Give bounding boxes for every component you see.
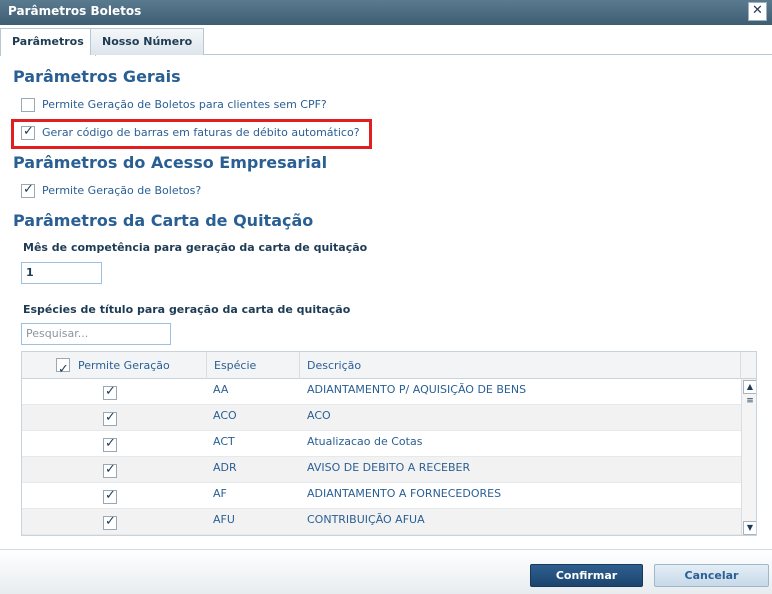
mes-competencia-input[interactable]: 1 [21,262,102,284]
row-checkbox[interactable] [103,514,117,530]
section-title-gerais: Parâmetros Gerais [13,67,181,86]
especie-cell: ADR [213,461,237,474]
tab-nosso-numero[interactable]: Nosso Número [90,28,205,55]
cancel-button[interactable]: Cancelar [654,564,769,587]
descricao-cell: ACO [307,409,331,422]
checkbox-boletos-sem-cpf[interactable] [21,98,35,112]
descricao-cell: CONTRIBUIÇÃO AFUA [307,513,425,526]
especie-cell: AF [213,487,227,500]
table-row[interactable]: AF ADIANTAMENTO A FORNECEDORES [22,483,741,509]
especies-label: Espécies de título para geração da carta… [23,303,351,316]
section-title-carta: Parâmetros da Carta de Quitação [13,211,314,230]
descricao-cell: ADIANTAMENTO A FORNECEDORES [307,487,502,500]
checkbox-permite-geracao-boletos[interactable] [21,182,35,198]
dialog-footer: Confirmar Cancelar [0,549,772,594]
column-descricao[interactable]: Descrição [300,352,741,379]
select-all-checkbox[interactable] [56,356,70,383]
table-row[interactable]: ACO ACO [22,405,741,431]
row-checkbox[interactable] [103,462,117,478]
title-bar: Parâmetros Boletos ✕ [0,0,772,25]
option-label: Gerar código de barras em faturas de déb… [42,126,360,139]
grid-scrollbar[interactable]: ▲ ≡ ▼ [741,379,756,535]
tab-bar: Parâmetros Nosso Número [0,25,772,56]
search-input[interactable]: Pesquisar... [21,323,171,345]
table-row[interactable]: AFU CONTRIBUIÇÃO AFUA [22,509,741,535]
row-checkbox[interactable] [103,436,117,452]
scroll-thumb[interactable]: ≡ [745,396,755,406]
table-row[interactable]: ACT Atualizacao de Cotas [22,431,741,457]
checkbox-codigo-barras-debito[interactable] [21,124,35,140]
descricao-cell: ADIANTAMENTO P/ AQUISIÇÃO DE BENS [307,383,527,396]
grid-header: Permite Geração Espécie Descrição [22,352,756,383]
parametros-boletos-dialog: Parâmetros Boletos ✕ Parâmetros Nosso Nú… [0,0,772,594]
option-label: Permite Geração de Boletos para clientes… [42,98,327,111]
especie-cell: AA [213,383,229,396]
option-label: Permite Geração de Boletos? [42,184,202,197]
column-permite-geracao[interactable]: Permite Geração [22,352,207,383]
option-boletos-sem-cpf[interactable]: Permite Geração de Boletos para clientes… [21,97,351,115]
table-row[interactable]: ADR AVISO DE DEBITO A RECEBER [22,457,741,483]
row-checkbox[interactable] [103,488,117,504]
column-especie[interactable]: Espécie [207,352,300,379]
tab-parametros[interactable]: Parâmetros [0,28,96,56]
table-row[interactable]: AA ADIANTAMENTO P/ AQUISIÇÃO DE BENS [22,379,741,405]
row-checkbox[interactable] [103,410,117,426]
descricao-cell: Atualizacao de Cotas [307,435,423,448]
option-permite-geracao-boletos[interactable]: Permite Geração de Boletos? [21,182,221,201]
descricao-cell: AVISO DE DEBITO A RECEBER [307,461,471,474]
especie-cell: ACO [213,409,237,422]
option-codigo-barras-debito[interactable]: Gerar código de barras em faturas de déb… [21,124,366,143]
especie-cell: AFU [213,513,235,526]
confirm-button[interactable]: Confirmar [530,564,643,587]
window-title: Parâmetros Boletos [8,4,142,18]
especie-cell: ACT [213,435,235,448]
section-title-acesso: Parâmetros do Acesso Empresarial [13,153,328,172]
mes-competencia-label: Mês de competência para geração da carta… [23,241,368,254]
column-label: Permite Geração [78,359,170,372]
scroll-up-icon[interactable]: ▲ [743,380,756,394]
scroll-down-icon[interactable]: ▼ [743,521,756,535]
especies-grid: Permite Geração Espécie Descrição AA ADI… [21,351,757,536]
close-button[interactable]: ✕ [748,2,767,21]
row-checkbox[interactable] [103,384,117,400]
close-icon: ✕ [752,3,763,18]
